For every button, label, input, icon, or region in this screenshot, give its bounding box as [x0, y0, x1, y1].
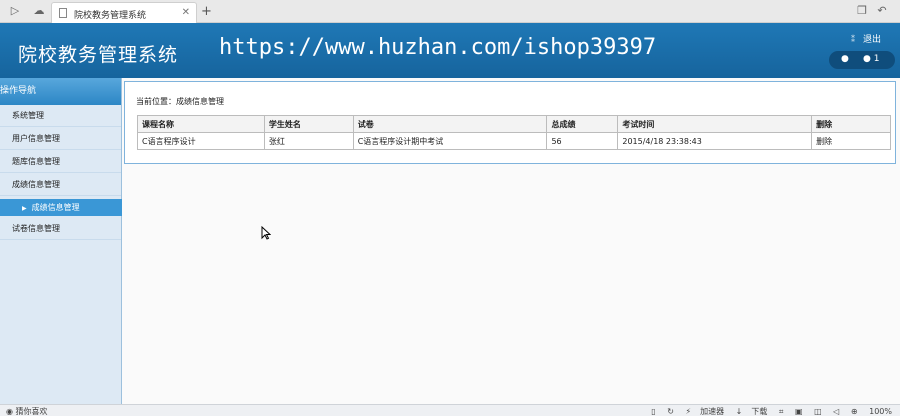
download-button[interactable]: ↓ 下载	[736, 407, 768, 416]
status-left[interactable]: ◉ 猜你喜欢	[6, 406, 48, 416]
delete-link[interactable]: 删除	[811, 132, 891, 150]
column-header-delete: 删除	[811, 115, 891, 133]
user-count-icon: ● 1	[863, 54, 880, 64]
status-bar: ◉ 猜你喜欢 ▯ ↻ ⚡ 加速器 ↓ 下载 ⌗ ▣ ◫ ◁ ⊕ 100%	[0, 404, 900, 416]
window-layout-icon[interactable]: ▣	[795, 407, 803, 416]
cell-time: 2015/4/18 23:38:43	[617, 132, 813, 150]
recommend-icon: ◉	[6, 407, 13, 416]
sidebar-subitem-label: 成绩信息管理	[31, 203, 80, 212]
watermark-url: https://www.huzhan.com/ishop39397	[219, 35, 657, 60]
screenshot-icon[interactable]: ⌗	[779, 407, 784, 416]
column-header-total: 总成绩	[546, 115, 619, 133]
close-tab-icon[interactable]: ✕	[182, 7, 190, 18]
user-count: 1	[873, 54, 880, 64]
browser-tab-bar: ▷ ☁ 院校教务管理系统 ✕ + ❐ ↶	[0, 0, 900, 23]
sidebar: 操作导航 系统管理 用户信息管理 题库信息管理 成绩信息管理 ▶ 成绩信息管理 试…	[0, 78, 127, 404]
sidebar-toggle-icon[interactable]: ▷	[8, 4, 22, 18]
sidebar-item-scores[interactable]: 成绩信息管理	[0, 174, 121, 196]
page-icon	[59, 8, 67, 18]
column-header-paper: 试卷	[352, 115, 548, 133]
app-header: 院校教务管理系统 https://www.huzhan.com/ishop393…	[0, 23, 900, 78]
zoom-level: 100%	[869, 407, 892, 416]
column-header-course: 课程名称	[137, 115, 265, 133]
cloud-icon[interactable]: ☁	[32, 4, 46, 18]
user-icon: ●	[841, 54, 849, 64]
phone-icon[interactable]: ▯	[651, 407, 655, 416]
cell-student: 张红	[263, 132, 354, 150]
user-badge[interactable]: ● ● 1	[829, 51, 895, 69]
cell-total: 56	[546, 132, 619, 150]
window-icon[interactable]: ❐	[855, 4, 869, 18]
exit-icon: ⁑	[851, 35, 855, 44]
accelerator-button[interactable]: ⚡ 加速器	[685, 407, 724, 416]
download-label: 下载	[751, 407, 768, 416]
exit-label: 退出	[863, 35, 882, 45]
column-header-student: 学生姓名	[263, 115, 354, 133]
status-right: ▯ ↻ ⚡ 加速器 ↓ 下载 ⌗ ▣ ◫ ◁ ⊕ 100%	[642, 406, 892, 416]
accelerator-label: 加速器	[700, 407, 725, 416]
sidebar-item-question-bank[interactable]: 题库信息管理	[0, 151, 121, 173]
sidebar-subitem-scores[interactable]: ▶ 成绩信息管理	[0, 199, 127, 216]
browser-tab[interactable]: 院校教务管理系统 ✕	[51, 2, 197, 23]
system-title: 院校教务管理系统	[18, 44, 179, 66]
tab-title: 院校教务管理系统	[74, 11, 147, 21]
sidebar-heading: 操作导航	[0, 78, 121, 105]
undo-icon[interactable]: ↶	[875, 4, 889, 18]
refresh-icon[interactable]: ↻	[667, 407, 674, 416]
cell-paper: C语言程序设计期中考试	[352, 132, 548, 150]
exit-link[interactable]: ⁑ 退出	[851, 32, 881, 45]
caret-right-icon: ▶	[22, 205, 27, 212]
main-content: 当前位置：成绩信息管理 课程名称 学生姓名 试卷 总成绩 考试时间 删除 C语言…	[122, 78, 900, 404]
sidebar-item-system[interactable]: 系统管理	[0, 105, 121, 127]
breadcrumb: 当前位置：成绩信息管理	[136, 97, 224, 106]
sidebar-item-users[interactable]: 用户信息管理	[0, 128, 121, 150]
cell-course: C语言程序设计	[137, 132, 265, 150]
split-icon[interactable]: ◫	[814, 407, 822, 416]
new-tab-button[interactable]: +	[201, 4, 212, 19]
table-header-row: 课程名称 学生姓名 试卷 总成绩 考试时间 删除	[137, 115, 891, 133]
score-table: 课程名称 学生姓名 试卷 总成绩 考试时间 删除 C语言程序设计 张红 C语言程…	[137, 115, 891, 150]
zoom-control[interactable]: ⊕ 100%	[851, 407, 892, 416]
volume-icon[interactable]: ◁	[833, 407, 839, 416]
sidebar-item-papers[interactable]: 试卷信息管理	[0, 218, 121, 240]
table-row: C语言程序设计 张红 C语言程序设计期中考试 56 2015/4/18 23:3…	[137, 132, 891, 150]
content-panel: 当前位置：成绩信息管理 课程名称 学生姓名 试卷 总成绩 考试时间 删除 C语言…	[124, 81, 896, 164]
recommend-label: 猜你喜欢	[15, 407, 48, 416]
column-header-time: 考试时间	[617, 115, 813, 133]
